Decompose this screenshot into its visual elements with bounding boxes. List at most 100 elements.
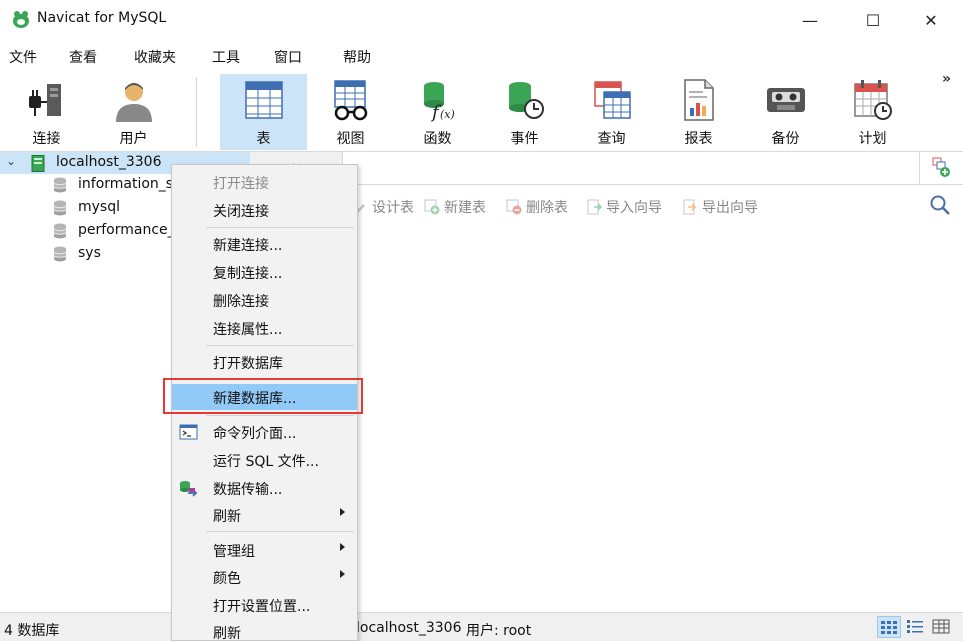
ctx-item-label: 新建连接... [213, 238, 283, 254]
toolbar-schedule-button[interactable]: 计划 [829, 74, 916, 150]
delete-table-label: 删除表 [526, 200, 568, 216]
ctx-item-label: 复制连接... [213, 266, 283, 282]
menu-tools[interactable]: 工具 [212, 47, 240, 67]
backup-icon [766, 88, 805, 112]
new-table-icon [424, 199, 440, 215]
ctx-open-settings-location[interactable]: 打开设置位置... [172, 592, 357, 618]
delete-table-button[interactable]: 删除表 [506, 197, 568, 217]
schedule-icon [853, 80, 892, 120]
status-user: 用户: root [466, 623, 532, 639]
design-table-button[interactable]: 设计表 [352, 197, 414, 217]
database-icon [53, 177, 67, 193]
menu-help[interactable]: 帮助 [343, 47, 371, 67]
grid-view-button[interactable] [877, 616, 901, 638]
ctx-item-label: 打开设置位置... [213, 599, 311, 615]
search-icon[interactable] [929, 194, 951, 216]
menu-bar: 文件 查看 收藏夹 工具 窗口 帮助 [0, 40, 963, 71]
ctx-delete-connection[interactable]: 删除连接 [172, 287, 357, 313]
toolbar-overflow-button[interactable]: » [942, 71, 951, 87]
status-db-count: 4 数据库 [4, 623, 60, 639]
toolbar-table-label: 表 [256, 131, 271, 147]
toolbar-query-button[interactable]: 查询 [568, 74, 655, 150]
ctx-item-label: 删除连接 [213, 294, 269, 310]
database-icon [53, 246, 67, 262]
list-view-icon [907, 620, 923, 633]
submenu-arrow-icon [340, 570, 345, 578]
query-icon [593, 81, 631, 119]
toolbar-function-label: 函数 [423, 131, 452, 147]
toolbar-view-button[interactable]: 视图 [307, 74, 394, 150]
new-tab-button[interactable] [919, 152, 963, 185]
ctx-run-sql-file[interactable]: 运行 SQL 文件... [172, 447, 357, 473]
delete-table-icon [506, 199, 522, 215]
console-icon [179, 424, 198, 440]
export-wizard-icon [683, 199, 697, 215]
status-connection: localhost_3306 [356, 620, 462, 636]
toolbar-report-button[interactable]: 报表 [655, 74, 742, 150]
ctx-data-transfer[interactable]: 数据传输... [172, 475, 357, 501]
database-icon [53, 200, 67, 216]
toolbar-user-button[interactable]: 用户 [90, 74, 177, 150]
ctx-connection-properties[interactable]: 连接属性... [172, 315, 357, 341]
ctx-color[interactable]: 颜色 [172, 564, 357, 590]
toolbar-report-label: 报表 [684, 131, 713, 147]
ctx-copy-connection[interactable]: 复制连接... [172, 259, 357, 285]
grid-view-icon [881, 621, 897, 634]
toolbar-schedule-label: 计划 [858, 131, 887, 147]
ctx-item-label: 连接属性... [213, 322, 283, 338]
ctx-item-label: 关闭连接 [213, 204, 269, 220]
toolbar-backup-label: 备份 [771, 131, 800, 147]
menu-view[interactable]: 查看 [69, 47, 97, 67]
new-table-label: 新建表 [444, 200, 486, 216]
toolbar-backup-button[interactable]: 备份 [742, 74, 829, 150]
close-button[interactable]: ✕ [908, 0, 954, 40]
ctx-new-database[interactable]: 新建数据库... [172, 384, 357, 410]
list-view-button[interactable] [904, 616, 928, 638]
submenu-arrow-icon [340, 543, 345, 551]
menu-window[interactable]: 窗口 [274, 47, 302, 67]
ctx-separator [206, 379, 354, 380]
toolbar-table-button[interactable]: 表 [220, 74, 307, 150]
ctx-open-database[interactable]: 打开数据库 [172, 349, 357, 375]
main-toolbar: 连接 用户 表 视图 f (x) 函数 事件 查询 报表 备份 计划 » [0, 71, 963, 152]
toolbar-view-label: 视图 [336, 131, 365, 147]
ctx-separator [206, 345, 354, 346]
toolbar-separator [196, 77, 197, 147]
add-tab-icon [932, 157, 950, 177]
toolbar-event-button[interactable]: 事件 [481, 74, 568, 150]
maximize-button[interactable]: ☐ [850, 0, 896, 40]
ctx-manage-group[interactable]: 管理组 [172, 537, 357, 563]
ctx-separator [206, 531, 354, 532]
toolbar-connection-label: 连接 [32, 131, 61, 147]
ctx-separator [206, 227, 354, 228]
event-icon [508, 82, 544, 119]
ctx-command-line[interactable]: 命令列介面... [172, 419, 357, 445]
ctx-refresh[interactable]: 刷新 [172, 619, 357, 641]
menu-file[interactable]: 文件 [9, 47, 37, 67]
menu-favorites[interactable]: 收藏夹 [134, 47, 176, 67]
ctx-item-label: 管理组 [213, 544, 255, 560]
server-icon [31, 155, 45, 172]
ctx-item-label: 打开数据库 [213, 356, 283, 372]
export-wizard-label: 导出向导 [702, 200, 758, 216]
minimize-button[interactable]: — [787, 0, 833, 40]
ctx-item-label: 打开连接 [213, 176, 269, 192]
toolbar-connection-button[interactable]: 连接 [3, 74, 90, 150]
status-bar: 4 数据库 localhost_3306 用户: root [0, 612, 963, 641]
import-wizard-label: 导入向导 [606, 200, 662, 216]
ctx-new-connection[interactable]: 新建连接... [172, 231, 357, 257]
import-wizard-icon [587, 199, 602, 215]
ctx-refresh-submenu[interactable]: 刷新 [172, 502, 357, 528]
ctx-close-connection[interactable]: 关闭连接 [172, 197, 357, 223]
navicat-logo-icon [13, 11, 29, 28]
tree-database-label: sys [78, 245, 101, 261]
toolbar-function-button[interactable]: f (x) 函数 [394, 74, 481, 150]
ctx-item-label: 新建数据库... [213, 391, 297, 407]
ctx-open-connection: 打开连接 [172, 169, 357, 195]
detail-view-button[interactable] [930, 616, 954, 638]
window-title: Navicat for MySQL [37, 10, 167, 26]
chevron-down-icon[interactable]: ⌄ [6, 154, 16, 168]
export-wizard-button[interactable]: 导出向导 [682, 197, 758, 217]
import-wizard-button[interactable]: 导入向导 [586, 197, 662, 217]
new-table-button[interactable]: 新建表 [424, 197, 486, 217]
